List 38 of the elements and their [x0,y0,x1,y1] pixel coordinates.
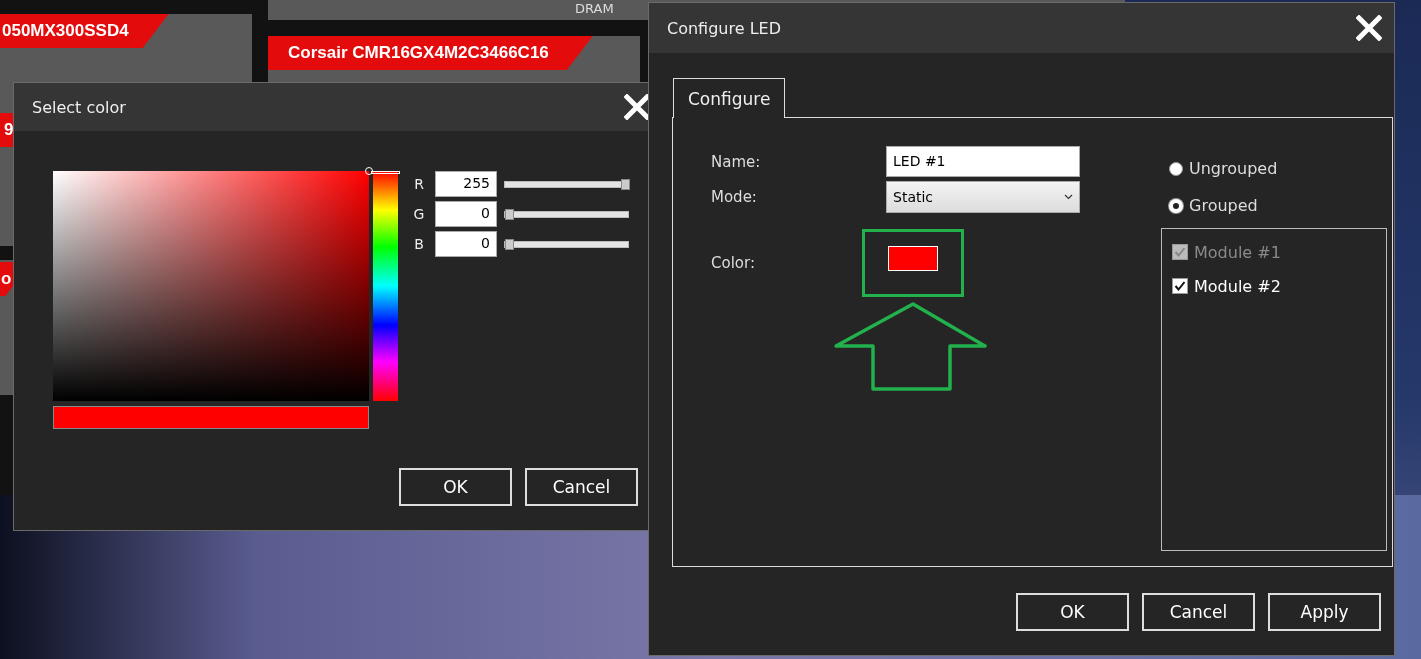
mode-dropdown[interactable]: Static [886,181,1080,213]
device-tag: Corsair CMR16GX4M2C3466C16 [268,36,593,70]
color-spectrum[interactable] [53,171,369,401]
color-swatch[interactable] [888,245,938,271]
close-icon[interactable] [624,94,650,120]
radio-button[interactable]: Grouped [1169,187,1387,224]
name-field[interactable]: LED #1 [886,146,1080,177]
field-label: Name: [711,152,762,171]
slider-thumb[interactable] [505,208,514,220]
hue-slider[interactable] [373,171,398,401]
close-icon[interactable] [1356,15,1382,41]
card-caption: DRAM [575,1,614,16]
dialog-button[interactable]: Cancel [525,468,638,506]
dialog-button[interactable]: Cancel [1142,593,1255,631]
device-tag: 050MX300SSD4 [0,14,169,48]
field-label: Mode: [711,188,758,206]
chevron-icon [1064,194,1073,200]
channel-label: R [413,176,425,192]
tab[interactable]: Configure [673,78,786,118]
slider-thumb[interactable] [621,178,630,190]
dialog-button[interactable]: OK [399,468,512,506]
checkbox-icon[interactable] [1172,278,1188,294]
channel-label: G [412,206,426,222]
channel-slider[interactable] [504,210,629,218]
dialog-button[interactable]: Apply [1268,593,1381,631]
slider-thumb[interactable] [505,238,514,250]
channel-input[interactable]: 0 [435,201,497,227]
channel-label: B [413,236,425,252]
channel-slider[interactable] [504,180,629,188]
radio-button[interactable]: Ungrouped [1169,150,1387,187]
channel-input[interactable]: 255 [435,171,497,197]
channel-input[interactable]: 0 [435,231,497,257]
dialog-button[interactable]: OK [1016,593,1129,631]
field-label: Color: [711,254,755,272]
channel-slider[interactable] [504,240,629,248]
module-checkbox[interactable]: Module #2 [1172,269,1376,303]
dialog-title: Configure LED [667,18,781,38]
hue-marker[interactable] [371,171,400,174]
